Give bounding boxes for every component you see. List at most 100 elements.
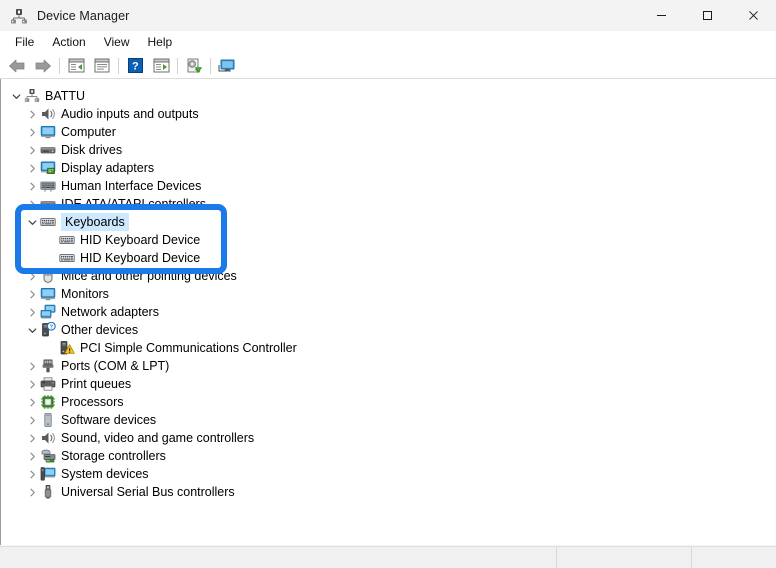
menu-view[interactable]: View bbox=[95, 32, 139, 52]
tree-item-label: Network adapters bbox=[61, 305, 159, 319]
tree-item-label: Keyboards bbox=[61, 213, 129, 231]
tree-item-label: Universal Serial Bus controllers bbox=[61, 485, 235, 499]
speaker-icon bbox=[40, 430, 56, 446]
chevron-right-icon[interactable] bbox=[25, 123, 40, 141]
tree-item-label: Sound, video and game controllers bbox=[61, 431, 255, 445]
tree-item-print-queues[interactable]: Print queues bbox=[1, 375, 776, 393]
software-device-icon bbox=[40, 412, 56, 428]
tree-item-processors[interactable]: Processors bbox=[1, 393, 776, 411]
toolbar: ? bbox=[0, 53, 776, 79]
menu-action[interactable]: Action bbox=[43, 32, 94, 52]
chevron-right-icon[interactable] bbox=[25, 267, 40, 285]
maximize-button[interactable] bbox=[684, 0, 730, 31]
chevron-down-icon[interactable] bbox=[25, 321, 40, 339]
chevron-right-icon[interactable] bbox=[25, 447, 40, 465]
tree-item-ide-ata-atapi-controllers[interactable]: IDE ATA/ATAPI controllers bbox=[1, 195, 776, 213]
tree-item-other-devices[interactable]: ? Other devices bbox=[1, 321, 776, 339]
tree-item-network-adapters[interactable]: Network adapters bbox=[1, 303, 776, 321]
speaker-icon bbox=[40, 106, 56, 122]
show-hidden-devices-icon[interactable] bbox=[63, 55, 89, 77]
chevron-right-icon[interactable] bbox=[25, 105, 40, 123]
chevron-right-icon[interactable] bbox=[25, 177, 40, 195]
tree-item-ports-com-and-lpt[interactable]: Ports (COM & LPT) bbox=[1, 357, 776, 375]
tree-item-hid-keyboard-device[interactable]: HID Keyboard Device bbox=[1, 231, 776, 249]
help-icon[interactable]: ? bbox=[122, 55, 148, 77]
forward-icon[interactable] bbox=[30, 55, 56, 77]
toolbar-separator bbox=[177, 57, 178, 74]
toolbar-separator bbox=[59, 57, 60, 74]
menu-file[interactable]: File bbox=[6, 32, 43, 52]
tree-item-label: Processors bbox=[61, 395, 124, 409]
menu-bar: File Action View Help bbox=[0, 31, 776, 53]
chevron-right-icon[interactable] bbox=[25, 375, 40, 393]
tree-item-battu[interactable]: BATTU bbox=[1, 87, 776, 105]
chevron-down-icon[interactable] bbox=[25, 213, 40, 231]
tree-item-disk-drives[interactable]: Disk drives bbox=[1, 141, 776, 159]
tree-item-monitors[interactable]: Monitors bbox=[1, 285, 776, 303]
tree-item-keyboards[interactable]: Keyboards bbox=[1, 213, 776, 231]
tree-item-audio-inputs-and-outputs[interactable]: Audio inputs and outputs bbox=[1, 105, 776, 123]
mouse-icon bbox=[40, 268, 56, 284]
chevron-right-icon[interactable] bbox=[25, 303, 40, 321]
tree-item-universal-serial-bus-controllers[interactable]: Universal Serial Bus controllers bbox=[1, 483, 776, 501]
tree-item-label: Print queues bbox=[61, 377, 132, 391]
update-driver-icon[interactable] bbox=[181, 55, 207, 77]
tree-item-label: BATTU bbox=[45, 89, 86, 103]
unknown-device-icon: ? bbox=[40, 322, 56, 338]
tree-item-label: Mice and other pointing devices bbox=[61, 269, 237, 283]
display-icon[interactable] bbox=[214, 55, 240, 77]
tree-item-computer[interactable]: Computer bbox=[1, 123, 776, 141]
chevron-down-icon[interactable] bbox=[9, 87, 24, 105]
tree-item-label: Computer bbox=[61, 125, 116, 139]
computer-tree-icon bbox=[24, 88, 40, 104]
toolbar-separator bbox=[118, 57, 119, 74]
tree-item-human-interface-devices[interactable]: Human Interface Devices bbox=[1, 177, 776, 195]
tree-item-label: HID Keyboard Device bbox=[80, 251, 201, 265]
svg-text:?: ? bbox=[132, 60, 139, 72]
tree-item-system-devices[interactable]: System devices bbox=[1, 465, 776, 483]
back-icon[interactable] bbox=[4, 55, 30, 77]
tree-item-label: Monitors bbox=[61, 287, 109, 301]
close-button[interactable] bbox=[730, 0, 776, 31]
chevron-right-icon[interactable] bbox=[25, 357, 40, 375]
properties-icon[interactable] bbox=[89, 55, 115, 77]
tree-item-label: Disk drives bbox=[61, 143, 123, 157]
chevron-right-icon[interactable] bbox=[25, 141, 40, 159]
chevron-right-icon[interactable] bbox=[25, 411, 40, 429]
chevron-right-icon[interactable] bbox=[25, 465, 40, 483]
chevron-right-icon[interactable] bbox=[25, 195, 40, 213]
tree-item-pci-simple-communications-controller[interactable]: PCI Simple Communications Controller bbox=[1, 339, 776, 357]
keyboard-icon bbox=[40, 214, 56, 230]
chevron-right-icon[interactable] bbox=[25, 483, 40, 501]
status-pane-tertiary bbox=[692, 547, 776, 568]
device-tree[interactable]: BATTU Audio inputs and outputs Computer … bbox=[0, 79, 776, 545]
chevron-right-icon[interactable] bbox=[25, 285, 40, 303]
tree-item-mice-and-other-pointing-devices[interactable]: Mice and other pointing devices bbox=[1, 267, 776, 285]
storage-controller-icon bbox=[40, 448, 56, 464]
chevron-right-icon[interactable] bbox=[25, 429, 40, 447]
monitor-icon bbox=[40, 124, 56, 140]
tree-item-label: Audio inputs and outputs bbox=[61, 107, 199, 121]
title-bar: Device Manager bbox=[0, 0, 776, 31]
scan-for-hardware-changes-icon[interactable] bbox=[148, 55, 174, 77]
system-device-icon bbox=[40, 466, 56, 482]
chevron-right-icon[interactable] bbox=[25, 159, 40, 177]
tree-item-hid-keyboard-device[interactable]: HID Keyboard Device bbox=[1, 249, 776, 267]
status-pane-secondary bbox=[557, 547, 692, 568]
window-title: Device Manager bbox=[37, 8, 130, 23]
warning-device-icon bbox=[59, 340, 75, 356]
tree-item-storage-controllers[interactable]: Storage controllers bbox=[1, 447, 776, 465]
minimize-button[interactable] bbox=[638, 0, 684, 31]
keyboard-icon bbox=[59, 232, 75, 248]
usb-icon bbox=[40, 484, 56, 500]
processor-icon bbox=[40, 394, 56, 410]
menu-help[interactable]: Help bbox=[139, 32, 182, 52]
tree-item-display-adapters[interactable]: Display adapters bbox=[1, 159, 776, 177]
tree-item-software-devices[interactable]: Software devices bbox=[1, 411, 776, 429]
device-manager-window: Device Manager File Action View Help ? B… bbox=[0, 0, 776, 568]
tree-item-sound-video-and-game-controllers[interactable]: Sound, video and game controllers bbox=[1, 429, 776, 447]
tree-item-label: System devices bbox=[61, 467, 149, 481]
chevron-right-icon[interactable] bbox=[25, 393, 40, 411]
ide-controller-icon bbox=[40, 196, 56, 212]
tree-item-label: Ports (COM & LPT) bbox=[61, 359, 170, 373]
